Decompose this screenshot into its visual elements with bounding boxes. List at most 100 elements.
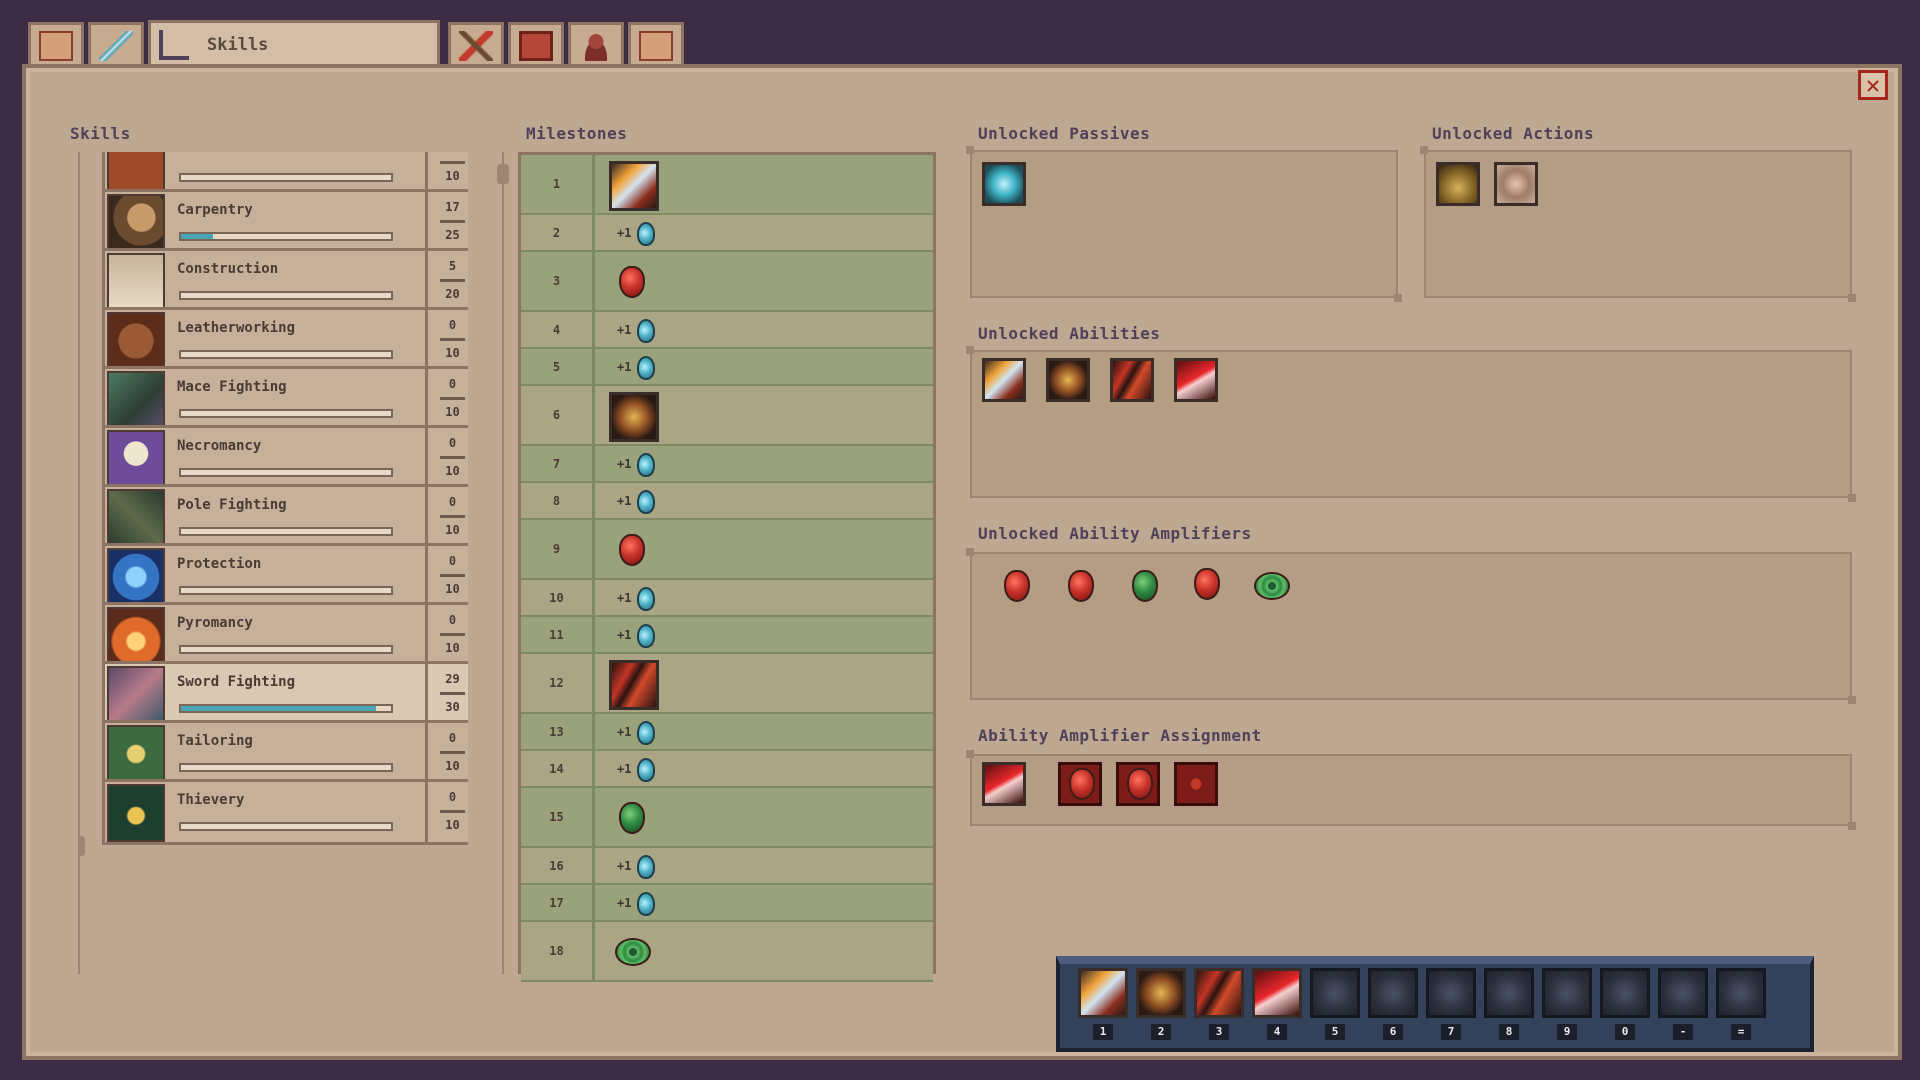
skill-level-current: 0: [448, 554, 457, 568]
saw-icon: [107, 194, 165, 252]
skill-progress-bar: [179, 704, 393, 713]
hotbar-key-label: 9: [1557, 1024, 1577, 1040]
potion-icon: [637, 854, 655, 879]
sword-strike-icon[interactable]: [1078, 968, 1128, 1018]
milestone-level: 10: [521, 580, 595, 615]
claw-slash-icon[interactable]: [1110, 358, 1154, 402]
skill-row[interactable]: Tailoring 0 10: [102, 720, 468, 786]
hotbar-key-label: 7: [1441, 1024, 1461, 1040]
skills-list[interactable]: 10 Carpentry 17 25 Construction 5 20 Lea…: [78, 152, 468, 974]
empty-slot-icon[interactable]: [1716, 968, 1766, 1018]
green-ring-gem-icon[interactable]: [615, 938, 651, 966]
empty-slot-icon[interactable]: [1600, 968, 1650, 1018]
skill-row[interactable]: Thievery 0 10: [102, 779, 468, 845]
unlocked-abilities-panel: [966, 346, 1856, 502]
claw-slash-icon[interactable]: [1194, 968, 1244, 1018]
skill-level-divider: [440, 810, 465, 813]
skill-row[interactable]: Carpentry 17 25: [102, 189, 468, 255]
crimson-slash-icon[interactable]: [1252, 968, 1302, 1018]
shadow-dash-icon[interactable]: [1046, 358, 1090, 402]
red-gem-icon[interactable]: [1194, 568, 1220, 600]
skill-name: Protection: [177, 556, 262, 572]
skill-level-divider: [440, 338, 465, 341]
skill-progress-bar: [179, 586, 393, 595]
tab-crafting[interactable]: [448, 22, 504, 66]
red-gem-slot-icon[interactable]: [1058, 762, 1102, 806]
potion-icon: [637, 489, 655, 514]
red-gem-slot-icon[interactable]: [1116, 762, 1160, 806]
pouch-icon[interactable]: [1436, 162, 1480, 206]
skill-row[interactable]: Pyromancy 0 10: [102, 602, 468, 668]
skill-row[interactable]: Protection 0 10: [102, 543, 468, 609]
skill-row[interactable]: Mace Fighting 0 10: [102, 366, 468, 432]
milestone-row: 13 +1: [521, 714, 933, 751]
skill-row[interactable]: Necromancy 0 10: [102, 425, 468, 491]
close-button[interactable]: ✕: [1858, 70, 1888, 100]
green-gem-icon[interactable]: [1132, 570, 1158, 602]
skill-row[interactable]: Sword Fighting 29 30: [102, 661, 468, 727]
empty-slot-icon[interactable]: [1368, 968, 1418, 1018]
claw-slash-icon[interactable]: [609, 660, 659, 710]
skill-level-max: 10: [445, 346, 460, 360]
empty-slot-icon[interactable]: [1658, 968, 1708, 1018]
shadow-dash-icon[interactable]: [1136, 968, 1186, 1018]
skill-level-max: 30: [445, 700, 460, 714]
skill-level-max: 10: [445, 464, 460, 478]
milestone-level: 2: [521, 215, 595, 250]
sword-strike-icon[interactable]: [609, 161, 659, 211]
empty-slot-icon[interactable]: [1542, 968, 1592, 1018]
skill-level-box: 17 25: [425, 192, 468, 252]
milestones-scroll-handle[interactable]: [497, 164, 509, 184]
skill-level-divider: [440, 456, 465, 459]
empty-amplifier-slot-icon[interactable]: [1174, 762, 1218, 806]
skill-level-box: 0 10: [425, 605, 468, 665]
skill-level-box: 0 10: [425, 723, 468, 783]
hotbar-key-label: 8: [1499, 1024, 1519, 1040]
tab-journal[interactable]: [508, 22, 564, 66]
tab-skills[interactable]: Skills: [148, 20, 440, 66]
green-gem-icon[interactable]: [619, 802, 645, 834]
milestone-row: 7 +1: [521, 446, 933, 483]
hotbar-key-label: 5: [1325, 1024, 1345, 1040]
skill-progress-bar: [179, 350, 393, 359]
green-ring-gem-icon[interactable]: [1254, 572, 1290, 600]
tab-character[interactable]: [568, 22, 624, 66]
empty-slot-icon[interactable]: [1484, 968, 1534, 1018]
skill-level-box: 0 10: [425, 782, 468, 842]
tab-world-map[interactable]: [628, 22, 684, 66]
milestone-row: 14 +1: [521, 751, 933, 788]
skill-name: Pyromancy: [177, 615, 253, 631]
crimson-slash-icon[interactable]: [982, 762, 1026, 806]
skull-icon: [107, 430, 165, 488]
skill-level-box: 10: [425, 152, 468, 193]
skill-row[interactable]: Leatherworking 0 10: [102, 307, 468, 373]
empty-slot-icon[interactable]: [1310, 968, 1360, 1018]
journal-icon: [519, 30, 553, 61]
skill-level-current: 29: [445, 672, 460, 686]
skill-level-divider: [440, 397, 465, 400]
skill-row[interactable]: Construction 5 20: [102, 248, 468, 314]
tab-map[interactable]: [28, 22, 84, 66]
milestone-row: 17 +1: [521, 885, 933, 922]
tab-equipment[interactable]: [88, 22, 144, 66]
red-gem-icon[interactable]: [1004, 570, 1030, 602]
skill-progress-bar: [179, 409, 393, 418]
milestones-table: 1 2 +1 3 4 +1 5 +1 6 7 +1 8 +1 9 10 +1 11 +1 12 13 +1…: [518, 152, 936, 982]
red-gem-icon[interactable]: [619, 534, 645, 566]
skill-level-divider: [440, 279, 465, 282]
crimson-slash-icon[interactable]: [1174, 358, 1218, 402]
open-hand-icon[interactable]: [1494, 162, 1538, 206]
skill-row[interactable]: Pole Fighting 0 10: [102, 484, 468, 550]
red-gem-icon[interactable]: [619, 266, 645, 298]
red-gem-icon[interactable]: [1068, 570, 1094, 602]
skills-scroll-handle[interactable]: [78, 836, 85, 856]
sword-strike-icon[interactable]: [982, 358, 1026, 402]
skill-level-max: 10: [445, 582, 460, 596]
milestone-row: 4 +1: [521, 312, 933, 349]
shadow-dash-icon[interactable]: [609, 392, 659, 442]
blueprint-icon: [107, 253, 165, 311]
empty-slot-icon[interactable]: [1426, 968, 1476, 1018]
skill-level-divider: [440, 633, 465, 636]
milestone-level: 8: [521, 483, 595, 518]
crossed-blades-passive-icon[interactable]: [982, 162, 1026, 206]
